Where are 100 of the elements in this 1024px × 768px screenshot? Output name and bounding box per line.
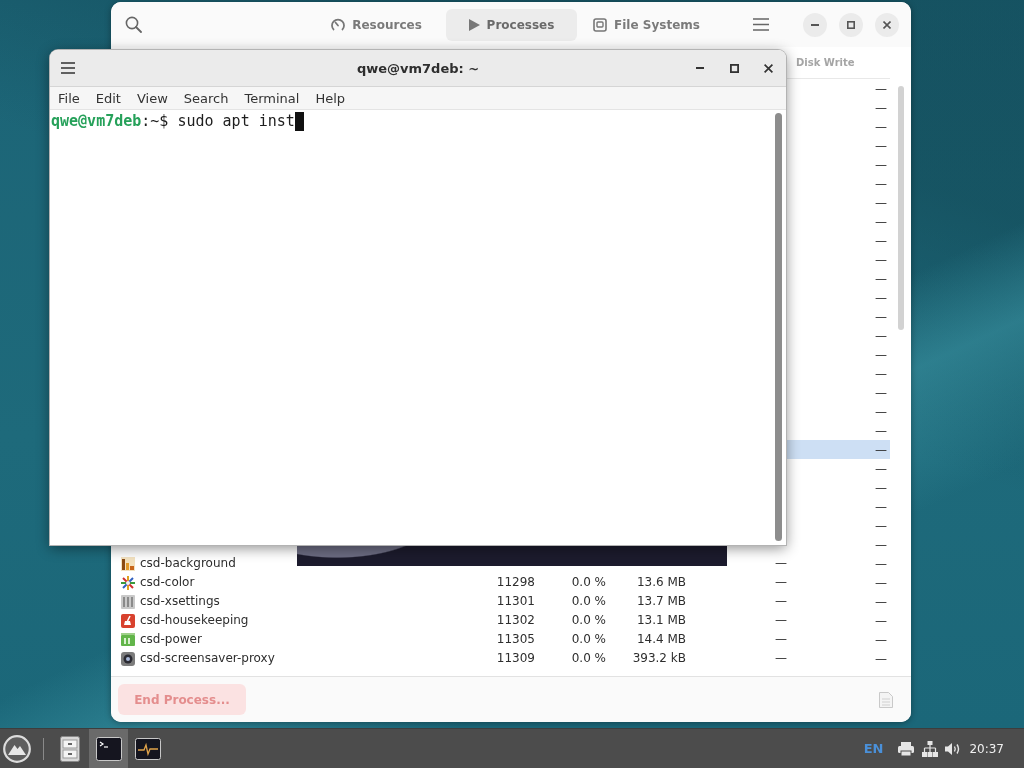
disk-write-cell[interactable]: — xyxy=(787,440,890,459)
close-icon xyxy=(883,20,891,29)
clock[interactable]: 20:37 xyxy=(969,741,1004,756)
cpu-cell: 0.0 % xyxy=(571,651,606,666)
menu-icon xyxy=(61,62,75,74)
pid-cell: 11298 xyxy=(496,575,535,590)
disk-write-cell[interactable]: — xyxy=(787,269,890,288)
gauge-icon xyxy=(331,17,346,32)
process-row[interactable]: csd-xsettings 11301 0.0 % 13.7 MB — — xyxy=(111,592,890,611)
disk-write-cell[interactable]: — xyxy=(787,136,890,155)
scrollbar[interactable] xyxy=(775,113,782,541)
menu-item[interactable]: File xyxy=(50,86,88,110)
terminal-icon xyxy=(95,736,122,761)
pid-cell: 11305 xyxy=(496,632,535,647)
memory-cell: 13.7 MB xyxy=(636,594,686,609)
play-icon xyxy=(468,18,480,31)
disk-write-cell[interactable]: — xyxy=(787,117,890,136)
disk-write-cell-text: — xyxy=(874,612,888,630)
cursor-icon xyxy=(294,112,304,131)
minimize-button[interactable] xyxy=(803,12,827,37)
disk-write-cell[interactable]: — xyxy=(787,212,890,231)
disk-write-cell[interactable]: — xyxy=(787,193,890,212)
disk-read-cell: — xyxy=(775,575,787,590)
disk-write-cell[interactable]: — xyxy=(787,288,890,307)
tab[interactable]: Processes xyxy=(446,8,577,41)
minimize-icon xyxy=(811,23,819,26)
maximize-button[interactable] xyxy=(839,12,863,37)
disk-write-cell[interactable]: — xyxy=(787,421,890,440)
menu-item[interactable]: Edit xyxy=(87,86,129,110)
disk-read-cell: — xyxy=(775,556,787,571)
memory-cell: 13.6 MB xyxy=(636,575,686,590)
disk-write-cell[interactable]: — xyxy=(787,459,890,478)
disk-write-cell-text: — xyxy=(874,574,888,592)
screen-icon xyxy=(121,651,135,666)
maximize-icon xyxy=(847,20,855,29)
pid-cell: 11302 xyxy=(496,613,535,628)
columns-icon xyxy=(121,594,135,609)
process-name: csd-screensaver-proxy xyxy=(140,651,275,666)
bar-chart-icon xyxy=(121,556,135,571)
menu-item[interactable]: Terminal xyxy=(236,86,308,110)
disk-write-cell[interactable]: — xyxy=(787,535,890,554)
disk-write-cell[interactable]: — xyxy=(787,478,890,497)
cpu-cell: 0.0 % xyxy=(571,632,606,647)
document-icon xyxy=(879,691,893,708)
disk-read-cell: — xyxy=(775,594,787,609)
tab[interactable]: Resources xyxy=(311,8,442,41)
process-name: csd-xsettings xyxy=(140,594,220,609)
pid-cell: 11309 xyxy=(496,651,535,666)
broom-icon xyxy=(121,613,135,628)
disk-write-cell-text: — xyxy=(874,555,888,573)
file-cabinet-icon xyxy=(59,735,80,762)
mountain-logo-icon xyxy=(3,734,31,763)
process-row[interactable]: csd-housekeeping 11302 0.0 % 13.1 MB — — xyxy=(111,611,890,630)
process-row[interactable]: csd-background — — xyxy=(111,554,890,573)
cpu-cell: 0.0 % xyxy=(571,594,606,609)
window-title: qwe@vm7deb: ~ xyxy=(356,60,480,76)
disk-write-cell[interactable]: — xyxy=(787,307,890,326)
disk-write-cell-text: — xyxy=(874,593,888,611)
disk-write-cell[interactable]: — xyxy=(787,231,890,250)
minimize-icon xyxy=(696,67,704,69)
taskbar-button[interactable] xyxy=(89,729,128,768)
disk-write-cell[interactable]: — xyxy=(787,174,890,193)
memory-cell: 13.1 MB xyxy=(636,613,686,628)
disk-write-cell[interactable]: — xyxy=(787,155,890,174)
starburst-icon xyxy=(121,575,135,590)
menu-item[interactable]: Help xyxy=(307,86,354,110)
disk-write-cell-text: — xyxy=(874,631,888,649)
menu-icon xyxy=(753,18,769,31)
disk-write-cell[interactable]: — xyxy=(787,383,890,402)
start-button[interactable] xyxy=(2,733,32,764)
disk-write-cell[interactable]: — xyxy=(787,402,890,421)
disk-read-cell: — xyxy=(775,651,787,666)
maximize-icon xyxy=(729,63,739,73)
disk-write-cell[interactable]: — xyxy=(787,79,890,98)
volume-icon xyxy=(945,741,962,756)
search-icon xyxy=(124,16,142,33)
disk-write-cell[interactable]: — xyxy=(787,516,890,535)
memory-cell: 393.2 kB xyxy=(632,651,686,666)
battery-icon xyxy=(121,632,135,647)
process-row[interactable]: csd-screensaver-proxy 11309 0.0 % 393.2 kB — — xyxy=(111,649,890,668)
process-row[interactable]: csd-power 11305 0.0 % 14.4 MB — — xyxy=(111,630,890,649)
process-name: csd-background xyxy=(140,556,236,571)
disk-write-cell[interactable]: — xyxy=(787,326,890,345)
disk-write-cell[interactable]: — xyxy=(787,250,890,269)
cpu-cell: 0.0 % xyxy=(571,613,606,628)
disk-write-cell-text: — xyxy=(874,650,888,668)
menu-item[interactable]: View xyxy=(128,86,176,110)
menu-item[interactable]: Search xyxy=(175,86,237,110)
tab[interactable]: File Systems xyxy=(581,8,712,41)
disk-write-cell[interactable]: — xyxy=(787,364,890,383)
command-line: qwe@vm7deb:~$ sudo apt inst xyxy=(51,112,295,131)
disk-read-cell: — xyxy=(775,632,787,647)
process-row[interactable]: csd-color 11298 0.0 % 13.6 MB — — xyxy=(111,573,890,592)
disk-read-cell: — xyxy=(775,613,787,628)
close-icon xyxy=(763,63,773,73)
memory-cell: 14.4 MB xyxy=(636,632,686,647)
disk-write-cell[interactable]: — xyxy=(787,497,890,516)
disk-write-cell[interactable]: — xyxy=(787,98,890,117)
scrollbar[interactable] xyxy=(898,86,904,330)
disk-write-cell[interactable]: — xyxy=(787,345,890,364)
